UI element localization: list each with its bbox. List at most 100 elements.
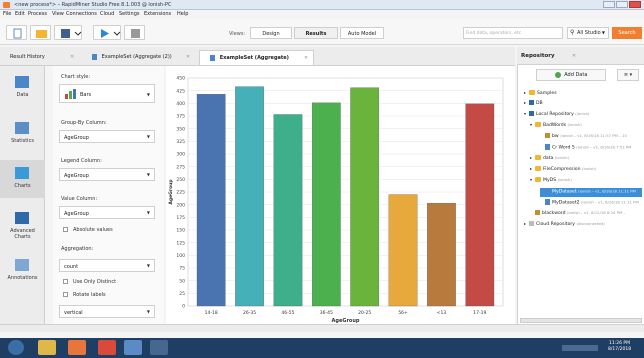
all-studio-dropdown[interactable]: ⚲ All Studio ▼ (567, 27, 609, 39)
nav-advanced-charts[interactable]: Advanced Charts (0, 212, 45, 248)
repository-item[interactable]: blackword (ionish – v1, 8/12/18 6:24 PM … (530, 210, 642, 219)
use-only-distinct-checkbox[interactable] (63, 279, 68, 284)
repository-item[interactable]: MyDataset (ionish – v1, 8/16/18 11:11 PM (540, 188, 642, 197)
menu-view[interactable]: View (52, 11, 64, 17)
repository-item-label: MyDataset2 (552, 200, 582, 206)
repository-item[interactable]: ▸ DB (524, 100, 642, 109)
repository-item[interactable]: ▾ Local Repository (ionish) (524, 111, 642, 120)
orientation-select[interactable]: vertical ▼ (59, 305, 155, 318)
repository-item[interactable]: Cr Word 5 (ionish – v1, 8/16/18 7:52 PM (540, 144, 642, 153)
chart-style-select[interactable]: Bars ▼ (59, 84, 155, 103)
repository-item-label: bw (552, 134, 561, 139)
stop-icon (131, 29, 140, 38)
statistics-icon (15, 122, 29, 134)
repository-menu-button[interactable]: ≡ ▾ (617, 69, 639, 81)
new-process-button[interactable] (6, 25, 27, 40)
chart-area: 0 25 50 75 100 125 150 175 200 225 250 275 300 325 350… (166, 66, 515, 324)
repository-item[interactable]: ▸ Cloud Repository (disconnected) (524, 221, 642, 230)
menu-connections[interactable]: Connections (66, 11, 97, 17)
y-axis-label: AgeGroup (168, 179, 174, 205)
menu-cloud[interactable]: Cloud (100, 11, 114, 17)
legend-column-select[interactable]: AgeGroup ▼ (59, 168, 155, 181)
search-button[interactable]: Search (612, 27, 642, 39)
taskbar-rapidminer-icon[interactable] (150, 340, 168, 355)
taskbar-chrome-icon[interactable] (98, 340, 116, 355)
taskbar-explorer-icon[interactable] (38, 340, 56, 355)
repository-item-meta: (ionish) (581, 166, 597, 171)
aggregation-select[interactable]: count ▼ (59, 259, 155, 272)
repository-item[interactable]: ▸ Samples (524, 90, 642, 99)
repository-item[interactable]: ▾ BadWords (ionish) (530, 122, 642, 131)
repository-item[interactable]: ▸ FileCompression (ionish) (530, 166, 642, 175)
repository-item-label: Cr Word 5 (552, 145, 577, 151)
process-icon (535, 210, 540, 215)
close-button[interactable] (629, 1, 641, 8)
status-bar (0, 324, 644, 332)
view-tab-results[interactable]: Results (294, 27, 338, 39)
tray-icons[interactable] (562, 345, 598, 351)
repository-scrollbar[interactable] (520, 318, 642, 323)
save-button[interactable] (54, 25, 82, 40)
repository-item-meta: (ionish – v1, 8/16/18 7:52 PM (576, 144, 632, 150)
menu-file[interactable]: File (3, 11, 11, 17)
folder-icon (535, 122, 541, 127)
title-bar: <new process*> – RapidMiner Studio Free … (0, 0, 644, 10)
search-input[interactable]: Find data, operators, etc (463, 27, 563, 39)
nav-charts[interactable]: Charts (0, 160, 45, 198)
maximize-button[interactable] (616, 1, 628, 8)
start-button[interactable] (8, 340, 24, 355)
tab-result-history[interactable]: Result History ✕ (0, 50, 80, 65)
stop-button[interactable] (124, 25, 145, 40)
y-tick-label: 450 (176, 76, 185, 82)
y-tick-label: 250 (176, 177, 185, 183)
minimize-button[interactable] (603, 1, 615, 8)
close-icon[interactable]: ✕ (70, 50, 74, 65)
menu-extensions[interactable]: Extensions (144, 11, 171, 17)
repository-item-meta: (ionish – v1, 8/12/18 6:24 PM – (566, 210, 626, 215)
view-tab-design[interactable]: Design (250, 27, 292, 39)
taskbar-files-icon[interactable] (124, 340, 142, 355)
tab-exampleset-aggregate-2[interactable]: ExampleSet (Aggregate (2)) ✕ (82, 50, 197, 65)
menu-help[interactable]: Help (177, 11, 188, 17)
run-button[interactable] (93, 25, 121, 40)
folder-icon (535, 177, 541, 182)
table-icon (210, 54, 215, 61)
close-icon[interactable]: ✕ (304, 51, 308, 66)
repository-item[interactable]: ▾ MyDS (ionish) (530, 177, 642, 186)
y-tick-label: 75 (179, 266, 185, 272)
view-tab-auto-model[interactable]: Auto Model (340, 27, 384, 39)
value-column-select[interactable]: AgeGroup ▼ (59, 206, 155, 219)
absolute-values-checkbox[interactable] (63, 227, 68, 232)
y-tick-label: 0 (182, 304, 185, 310)
new-file-icon (13, 28, 22, 39)
group-by-select[interactable]: AgeGroup ▼ (59, 130, 155, 143)
x-tick-label: 14-18 (205, 310, 218, 316)
add-data-button[interactable]: Add Data (536, 69, 606, 81)
repository-item-meta: (disconnected) (576, 221, 605, 226)
nav-annotations[interactable]: Annotations (0, 259, 45, 291)
repository-item[interactable]: bw (ionish – v1, 8/16/18 11:57 PM – 10 (540, 133, 642, 142)
bar-chart-icon (65, 89, 76, 99)
menu-settings[interactable]: Settings (119, 11, 140, 17)
nav-data[interactable]: Data (0, 76, 45, 108)
nav-statistics[interactable]: Statistics (0, 122, 45, 154)
data-table-icon (15, 76, 29, 88)
rotate-labels-checkbox[interactable] (63, 292, 68, 297)
repository-item-meta: (ionish – v1, 8/16/18 11:57 PM – 10 (560, 133, 627, 138)
menu-process[interactable]: Process (28, 11, 47, 17)
chevron-down-icon: ▼ (146, 309, 150, 314)
close-icon[interactable]: ✕ (186, 50, 190, 65)
x-tick-label: <13 (437, 310, 447, 316)
legend-column-label: Legend Column: (61, 158, 102, 164)
taskbar-clock[interactable]: 11:26 PM 8/17/2018 (608, 341, 631, 353)
menu-edit[interactable]: Edit (15, 11, 25, 17)
process-icon (545, 133, 550, 138)
tab-exampleset-aggregate[interactable]: ExampleSet (Aggregate) ✕ (199, 50, 314, 65)
repository-item[interactable]: ▸ data (ionish) (530, 155, 642, 164)
repository-item[interactable]: MyDataset2 (ionish – v1, 8/16/18 11:11 P… (540, 199, 642, 208)
open-button[interactable] (30, 25, 51, 40)
close-icon[interactable]: ✕ (572, 53, 576, 59)
taskbar-media-icon[interactable] (68, 340, 86, 355)
repository-item-label: Local Repository (536, 112, 576, 117)
folder-icon (529, 90, 535, 95)
